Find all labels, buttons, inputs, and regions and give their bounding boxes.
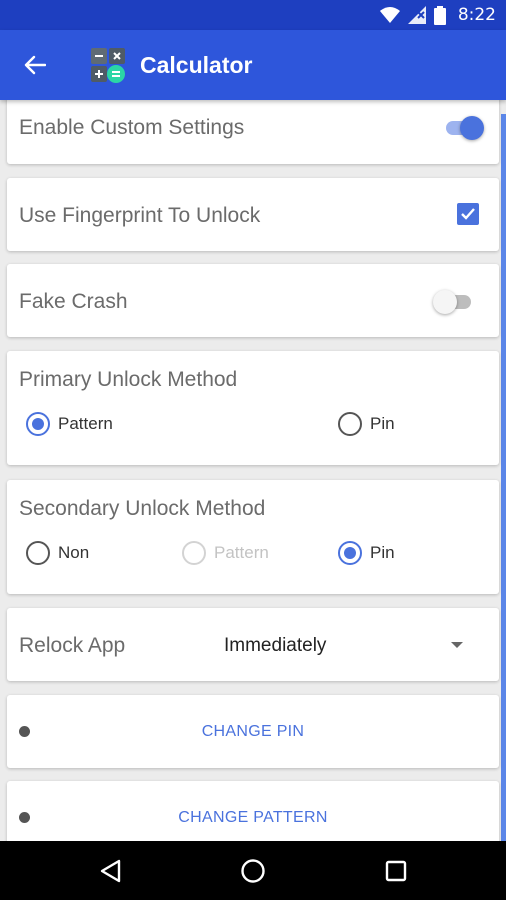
arrow-back-icon [24,55,46,75]
radio-label: Pin [370,543,395,562]
relock-app-row: Relock App Immediately [7,608,499,681]
calculator-app-icon [91,48,125,83]
secondary-pattern-radio: Pattern [182,541,269,565]
primary-unlock-method-label: Primary Unlock Method [19,368,238,391]
radio-label: Pattern [58,414,113,433]
radio-label: Pin [370,414,395,433]
cell-signal-icon [407,6,426,24]
square-recents-icon [385,860,407,882]
radio-circle [26,541,50,565]
status-bar: 8:22 [0,0,506,30]
back-button[interactable] [0,30,70,100]
change-pattern-card: CHANGE PATTERN [7,781,499,841]
relock-app-dropdown[interactable]: Immediately [224,635,326,657]
enable-custom-settings-label: Enable Custom Settings [19,116,245,139]
change-pin-card: CHANGE PIN [7,695,499,768]
radio-circle [182,541,206,565]
secondary-unlock-method-label: Secondary Unlock Method [19,497,266,520]
fingerprint-unlock-checkbox[interactable] [457,203,479,225]
enable-custom-settings-row[interactable]: Enable Custom Settings [7,100,499,164]
circle-home-icon [241,859,265,883]
nav-home-button[interactable] [237,855,269,887]
secondary-non-radio[interactable]: Non [26,541,89,565]
status-time: 8:22 [457,5,496,25]
radio-circle [338,412,362,436]
change-pin-button[interactable]: CHANGE PIN [7,723,499,741]
triangle-back-icon [100,859,121,883]
radio-circle [26,412,50,436]
navigation-bar [0,841,506,900]
enable-custom-settings-toggle[interactable] [442,113,486,143]
nav-back-button[interactable] [94,855,126,887]
primary-unlock-method-card: Primary Unlock Method Pattern Pin [7,351,499,465]
wifi-icon [379,7,400,23]
dropdown-arrow-icon[interactable] [451,642,463,648]
fingerprint-unlock-label: Use Fingerprint To Unlock [19,204,261,227]
change-pattern-button[interactable]: CHANGE PATTERN [7,809,499,827]
fake-crash-row[interactable]: Fake Crash [7,264,499,337]
fake-crash-label: Fake Crash [19,290,128,313]
secondary-unlock-method-card: Secondary Unlock Method Non Pattern Pin [7,480,499,594]
nav-recents-button[interactable] [380,855,412,887]
secondary-pin-radio[interactable]: Pin [338,541,395,565]
settings-list[interactable]: Enable Custom Settings Use Fingerprint T… [0,100,506,841]
toggle-thumb [460,116,484,140]
toggle-thumb [433,290,457,314]
scrollbar[interactable] [501,114,506,841]
radio-label: Pattern [214,543,269,562]
relock-app-label: Relock App [19,634,126,657]
primary-pattern-radio[interactable]: Pattern [26,412,113,436]
app-title: Calculator [140,51,253,78]
fingerprint-unlock-row[interactable]: Use Fingerprint To Unlock [7,178,499,251]
primary-pin-radio[interactable]: Pin [338,412,395,436]
fake-crash-toggle[interactable] [433,287,477,317]
app-bar: Calculator [0,30,506,100]
radio-circle [338,541,362,565]
check-icon [461,208,475,220]
radio-label: Non [58,543,90,562]
battery-icon [433,5,446,25]
